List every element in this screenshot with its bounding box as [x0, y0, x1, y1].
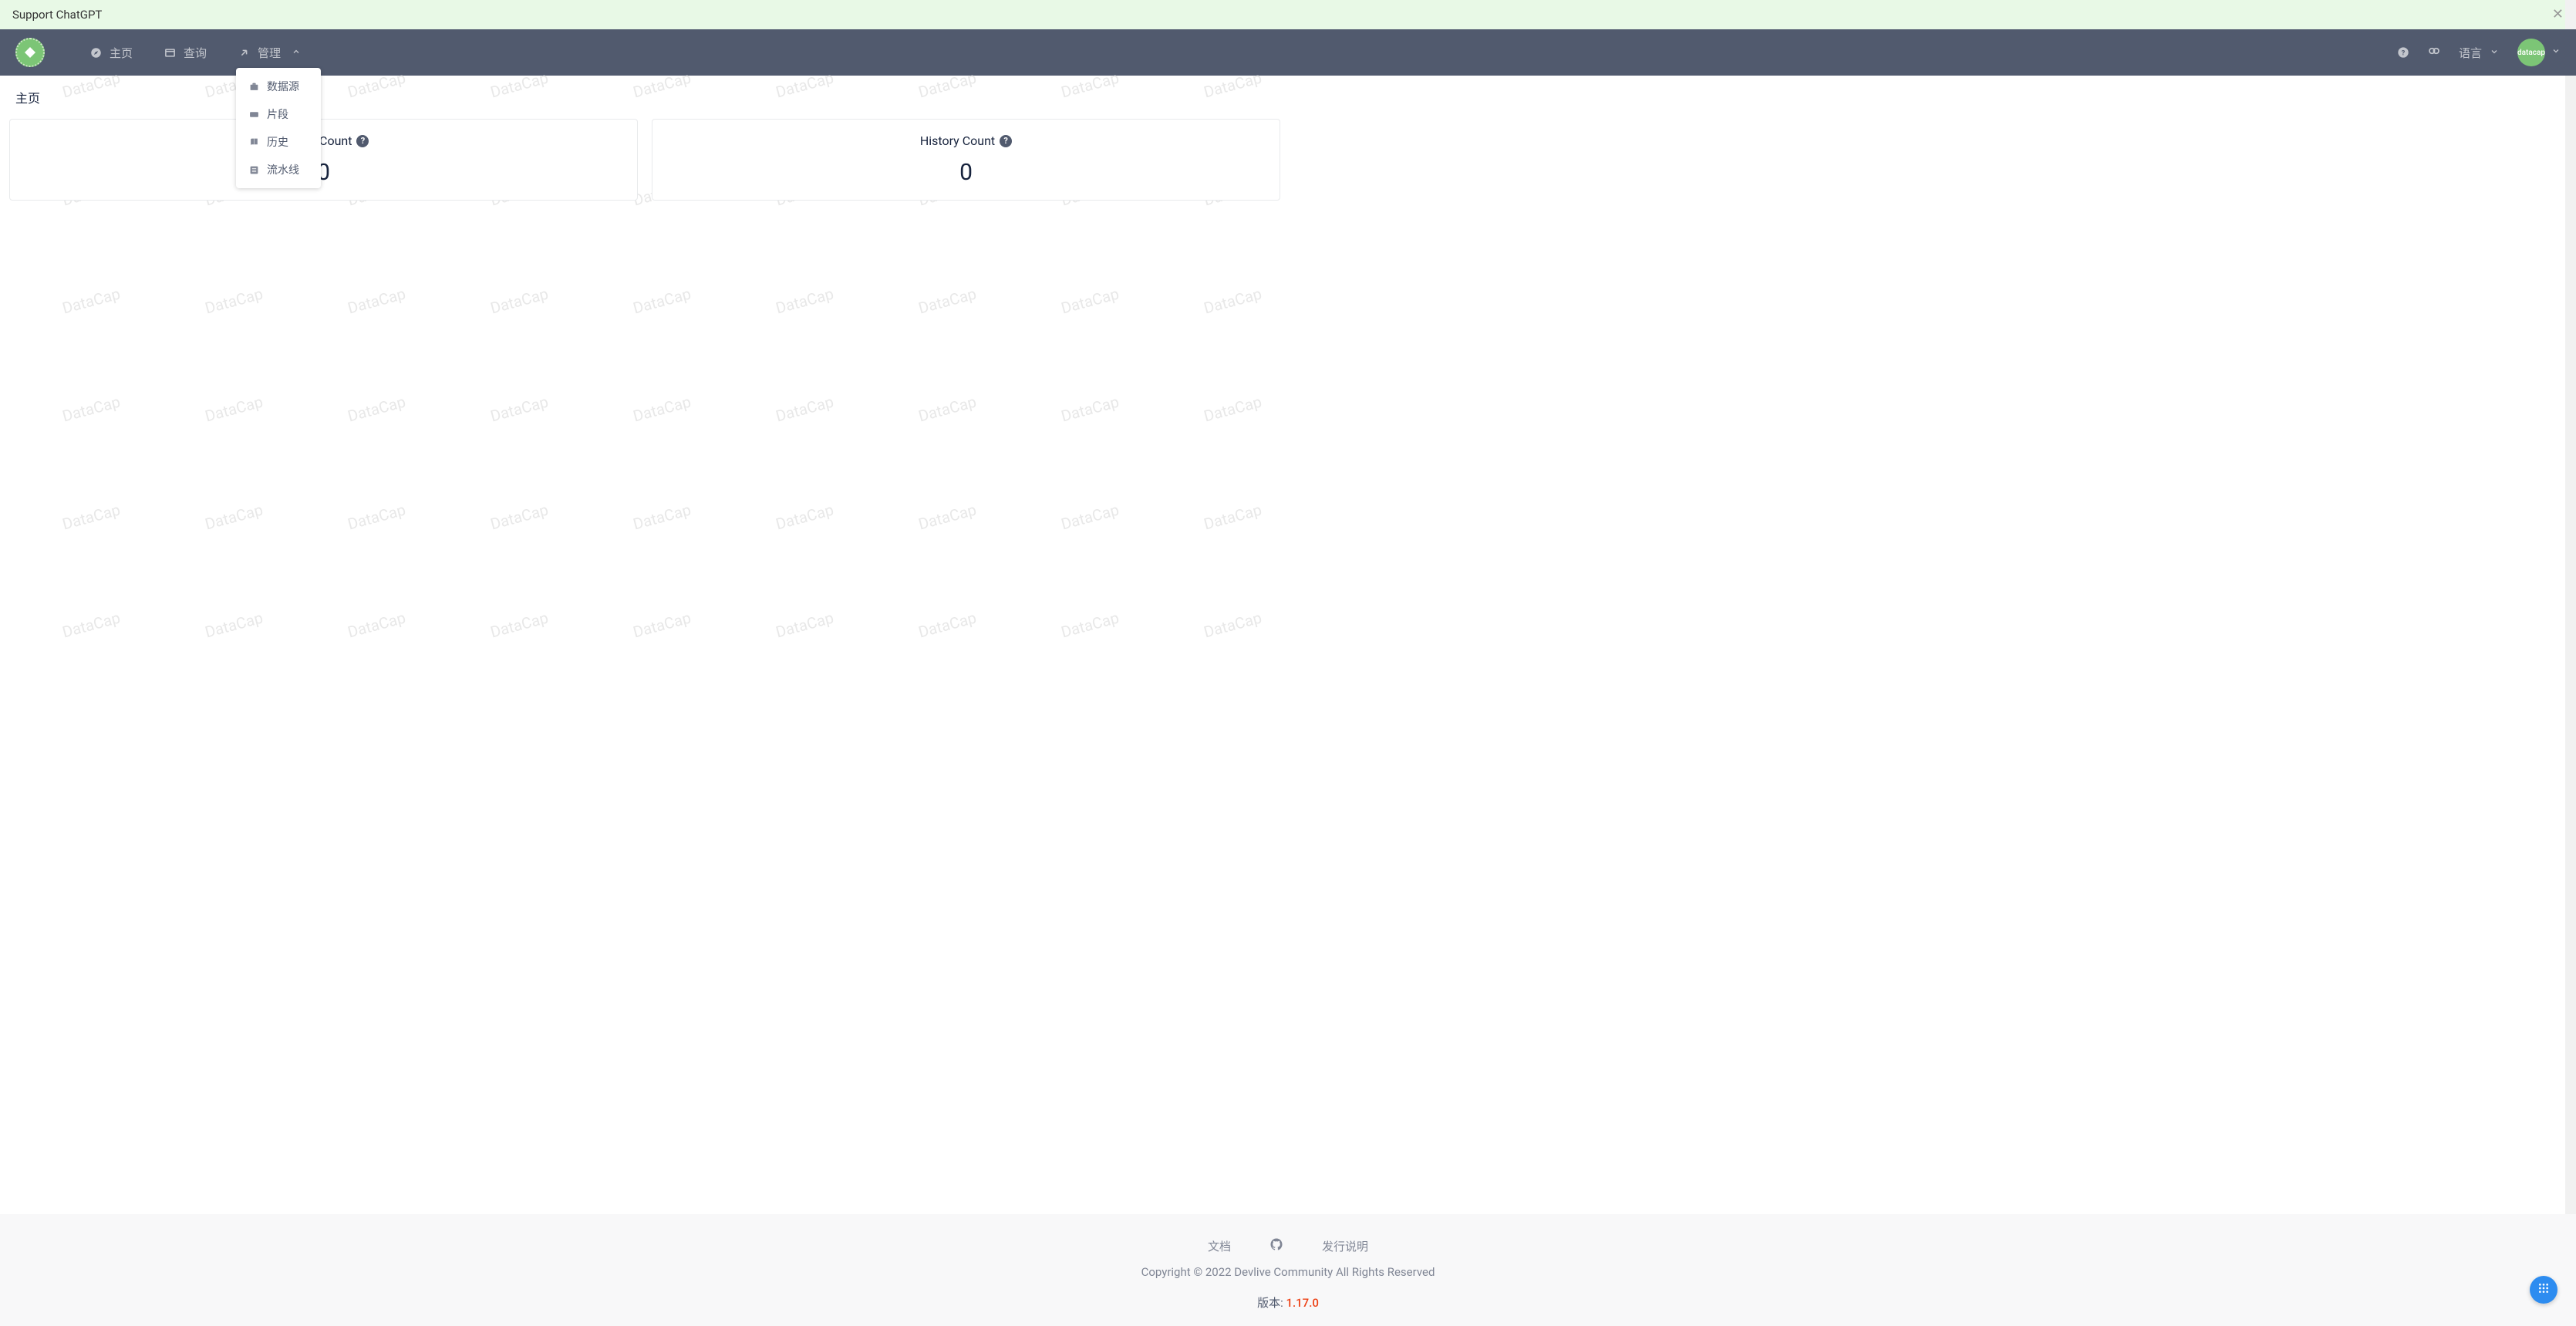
logo[interactable]	[15, 38, 45, 67]
nav-admin[interactable]: 管理	[224, 39, 315, 67]
footer-release-link[interactable]: 发行说明	[1322, 1238, 1368, 1254]
card-source-value: 0	[24, 159, 623, 186]
nav-home-label: 主页	[110, 45, 133, 61]
compass-icon	[89, 46, 102, 59]
card-history-title: History Count	[920, 133, 995, 148]
avatar: datacap	[2517, 39, 2545, 66]
footer-version-label: 版本:	[1257, 1296, 1286, 1310]
dropdown-pipeline[interactable]: 流水线	[236, 156, 321, 184]
svg-text:?: ?	[2402, 49, 2406, 57]
footer-docs-link[interactable]: 文档	[1208, 1238, 1231, 1254]
footer-version: 版本: 1.17.0	[15, 1294, 2561, 1311]
nav-query-label: 查询	[184, 45, 207, 61]
help-icon[interactable]: ?	[1000, 135, 1012, 147]
nav-home[interactable]: 主页	[76, 39, 147, 67]
admin-dropdown: 数据源 片段 历史 流水线	[236, 68, 321, 188]
dropdown-history-label: 历史	[267, 134, 288, 150]
link-button[interactable]	[2428, 45, 2440, 60]
chevron-up-icon	[292, 46, 301, 59]
language-label: 语言	[2459, 45, 2482, 61]
link-icon	[2428, 45, 2440, 60]
close-icon[interactable]: ✕	[2552, 8, 2564, 22]
dropdown-snippet[interactable]: 片段	[236, 100, 321, 128]
footer-github-link[interactable]	[1269, 1237, 1283, 1254]
briefcase-icon	[248, 81, 259, 92]
fab-button[interactable]	[2530, 1276, 2557, 1304]
dropdown-pipeline-label: 流水线	[267, 162, 299, 177]
header-right: ? 语言 datacap	[2397, 39, 2561, 66]
arrow-icon	[238, 46, 250, 59]
github-icon	[1269, 1237, 1283, 1254]
grid-icon	[2537, 1282, 2550, 1297]
language-selector[interactable]: 语言	[2459, 45, 2499, 61]
dropdown-datasource[interactable]: 数据源	[236, 73, 321, 100]
card-history-count: History Count ? 0	[652, 119, 1280, 201]
card-source-count: Source Count ? 0	[9, 119, 638, 201]
avatar-text: datacap	[2517, 49, 2545, 57]
footer-copyright: Copyright © 2022 Devlive Community All R…	[15, 1265, 2561, 1279]
help-button[interactable]: ?	[2397, 46, 2409, 59]
dropdown-datasource-label: 数据源	[267, 79, 299, 94]
user-menu[interactable]: datacap	[2517, 39, 2561, 66]
dropdown-snippet-label: 片段	[267, 106, 288, 122]
card-icon	[248, 109, 259, 120]
footer-version-number: 1.17.0	[1286, 1296, 1318, 1310]
book-icon	[248, 137, 259, 147]
card-history-value: 0	[666, 159, 1266, 186]
cards-row: Source Count ? 0 History Count ? 0	[0, 119, 2576, 201]
footer-links: 文档 发行说明	[15, 1237, 2561, 1254]
banner: Support ChatGPT ✕	[0, 0, 2576, 29]
page-title: 主页	[0, 76, 2576, 119]
banner-text: Support ChatGPT	[12, 8, 102, 22]
chevron-down-icon	[2551, 46, 2561, 59]
nav-query[interactable]: 查询	[150, 39, 221, 67]
window-icon	[164, 46, 176, 59]
logo-icon	[25, 47, 35, 58]
help-icon[interactable]: ?	[356, 135, 369, 147]
footer: 文档 发行说明 Copyright © 2022 Devlive Communi…	[0, 1214, 2576, 1326]
header: 主页 查询 管理 ? 语言	[0, 29, 2576, 76]
chevron-down-icon	[2490, 46, 2499, 59]
nav: 主页 查询 管理	[76, 39, 315, 67]
dropdown-history[interactable]: 历史	[236, 128, 321, 156]
nav-admin-label: 管理	[258, 45, 281, 61]
list-icon	[248, 164, 259, 175]
